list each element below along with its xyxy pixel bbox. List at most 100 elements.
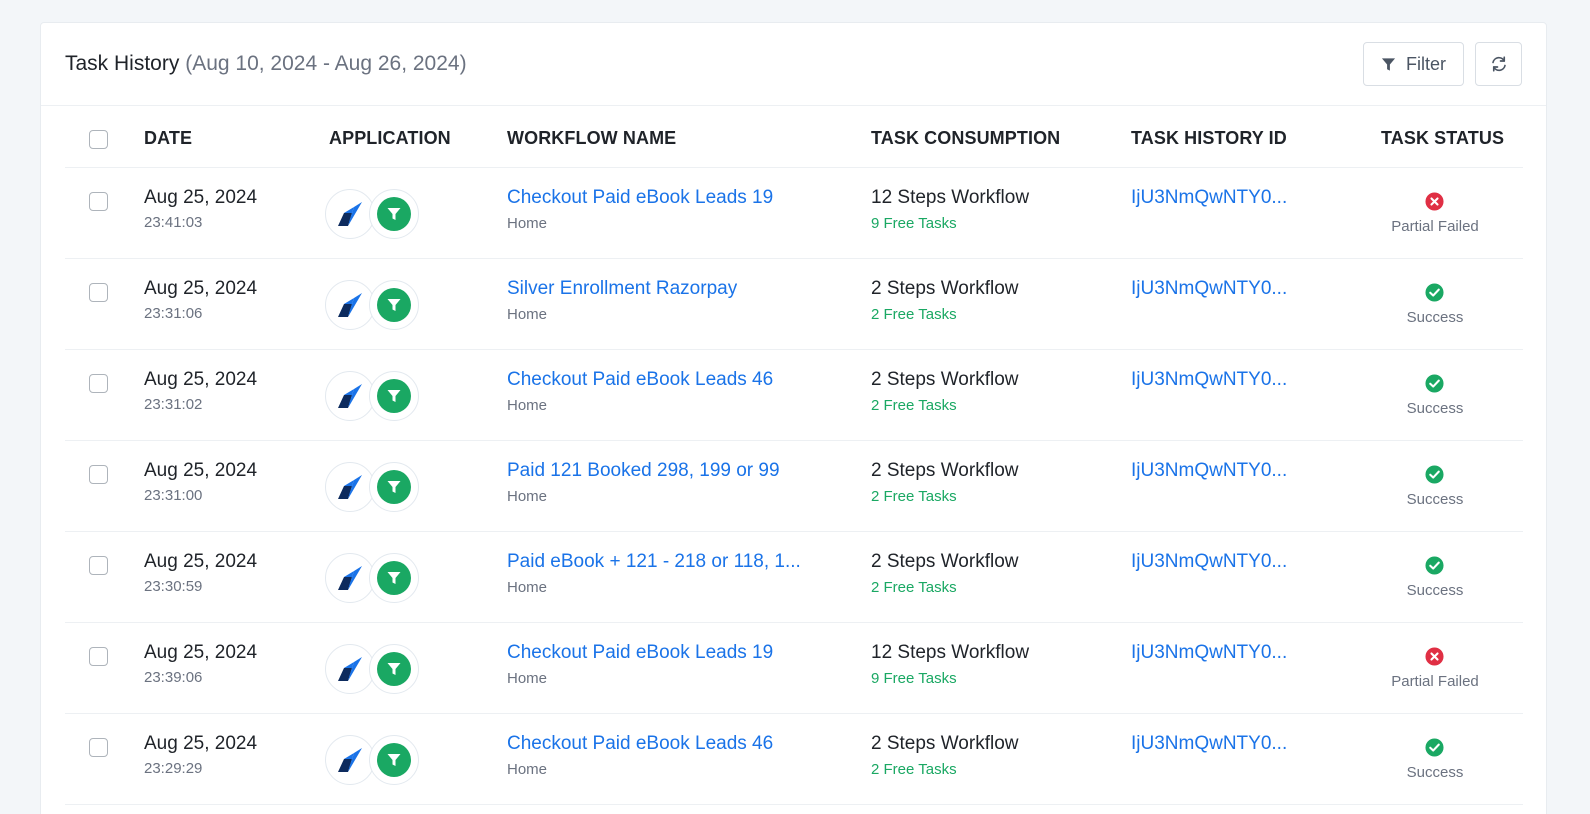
status-badge: Partial Failed bbox=[1391, 673, 1479, 690]
free-tasks-count: 2 Free Tasks bbox=[871, 488, 957, 505]
column-header-task-status[interactable]: TASK STATUS bbox=[1381, 128, 1504, 149]
row-date: Aug 25, 2024 bbox=[144, 369, 258, 390]
task-history-id-link[interactable]: IjU3NmQwNTY0... bbox=[1131, 460, 1287, 482]
table-row[interactable]: Aug 25, 2024 23:39:06 Checkout Paid eBoo… bbox=[65, 623, 1523, 714]
application-icons bbox=[325, 553, 419, 603]
row-checkbox[interactable] bbox=[89, 374, 108, 393]
filter-button[interactable]: Filter bbox=[1363, 42, 1464, 86]
filter-app-icon bbox=[369, 462, 419, 512]
filter-app-icon bbox=[369, 644, 419, 694]
check-circle-icon bbox=[1425, 556, 1444, 575]
rocket-app-icon bbox=[325, 462, 375, 512]
card-header: Task History (Aug 10, 2024 - Aug 26, 202… bbox=[41, 23, 1546, 106]
status-badge: Success bbox=[1406, 400, 1464, 417]
filter-app-icon bbox=[369, 553, 419, 603]
task-history-id-link[interactable]: IjU3NmQwNTY0... bbox=[1131, 551, 1287, 573]
free-tasks-count: 2 Free Tasks bbox=[871, 306, 957, 323]
task-history-id-link[interactable]: IjU3NmQwNTY0... bbox=[1131, 733, 1287, 755]
row-date: Aug 25, 2024 bbox=[144, 551, 258, 572]
workflow-name-link[interactable]: Checkout Paid eBook Leads 46 bbox=[507, 733, 773, 755]
select-all-checkbox[interactable] bbox=[89, 130, 108, 149]
refresh-button[interactable] bbox=[1475, 42, 1522, 86]
column-header-task-consumption[interactable]: TASK CONSUMPTION bbox=[871, 128, 1060, 149]
workflow-folder: Home bbox=[507, 215, 548, 232]
status-badge: Partial Failed bbox=[1391, 218, 1479, 235]
row-checkbox[interactable] bbox=[89, 556, 108, 575]
rocket-app-icon bbox=[325, 371, 375, 421]
status-icon bbox=[1425, 738, 1444, 757]
row-time: 23:30:59 bbox=[144, 578, 203, 595]
table-row[interactable]: Aug 25, 2024 23:30:59 Paid eBook + 121 -… bbox=[65, 532, 1523, 623]
check-circle-icon bbox=[1425, 283, 1444, 302]
column-header-application[interactable]: APPLICATION bbox=[329, 128, 451, 149]
application-icons bbox=[325, 189, 419, 239]
workflow-folder: Home bbox=[507, 306, 548, 323]
filter-app-icon bbox=[369, 189, 419, 239]
rocket-app-icon bbox=[325, 735, 375, 785]
task-history-id-link[interactable]: IjU3NmQwNTY0... bbox=[1131, 369, 1287, 391]
x-circle-icon bbox=[1425, 192, 1444, 211]
page-title-text: Task History bbox=[65, 52, 180, 75]
refresh-icon bbox=[1491, 56, 1506, 72]
row-time: 23:31:02 bbox=[144, 396, 203, 413]
workflow-folder: Home bbox=[507, 397, 548, 414]
application-icons bbox=[325, 644, 419, 694]
row-date: Aug 25, 2024 bbox=[144, 187, 258, 208]
workflow-name-link[interactable]: Paid eBook + 121 - 218 or 118, 1... bbox=[507, 551, 801, 573]
x-circle-icon bbox=[1425, 647, 1444, 666]
rocket-app-icon bbox=[325, 553, 375, 603]
application-icons bbox=[325, 280, 419, 330]
table-row[interactable]: Aug 25, 2024 23:41:03 Checkout Paid eBoo… bbox=[65, 168, 1523, 259]
row-checkbox[interactable] bbox=[89, 465, 108, 484]
row-time: 23:31:06 bbox=[144, 305, 203, 322]
status-badge: Success bbox=[1406, 309, 1464, 326]
application-icons bbox=[325, 735, 419, 785]
task-consumption: 2 Steps Workflow bbox=[871, 369, 1019, 390]
check-circle-icon bbox=[1425, 465, 1444, 484]
task-consumption: 2 Steps Workflow bbox=[871, 278, 1019, 299]
task-history-id-link[interactable]: IjU3NmQwNTY0... bbox=[1131, 642, 1287, 664]
row-checkbox[interactable] bbox=[89, 283, 108, 302]
workflow-name-link[interactable]: Silver Enrollment Razorpay bbox=[507, 278, 737, 300]
page-title: Task History (Aug 10, 2024 - Aug 26, 202… bbox=[65, 52, 467, 76]
table-body: Aug 25, 2024 23:41:03 Checkout Paid eBoo… bbox=[65, 168, 1523, 805]
row-time: 23:29:29 bbox=[144, 760, 203, 777]
check-circle-icon bbox=[1425, 374, 1444, 393]
row-checkbox[interactable] bbox=[89, 738, 108, 757]
task-consumption: 2 Steps Workflow bbox=[871, 733, 1019, 754]
application-icons bbox=[325, 371, 419, 421]
task-consumption: 2 Steps Workflow bbox=[871, 551, 1019, 572]
date-range-label: (Aug 10, 2024 - Aug 26, 2024) bbox=[185, 52, 467, 75]
row-time: 23:31:00 bbox=[144, 487, 203, 504]
column-header-date[interactable]: DATE bbox=[144, 128, 192, 149]
table-row[interactable]: Aug 25, 2024 23:31:00 Paid 121 Booked 29… bbox=[65, 441, 1523, 532]
task-history-id-link[interactable]: IjU3NmQwNTY0... bbox=[1131, 278, 1287, 300]
row-checkbox[interactable] bbox=[89, 192, 108, 211]
row-time: 23:39:06 bbox=[144, 669, 203, 686]
workflow-name-link[interactable]: Checkout Paid eBook Leads 46 bbox=[507, 369, 773, 391]
status-icon bbox=[1425, 647, 1444, 666]
column-header-workflow-name[interactable]: WORKFLOW NAME bbox=[507, 128, 676, 149]
table-row[interactable]: Aug 25, 2024 23:31:06 Silver Enrollment … bbox=[65, 259, 1523, 350]
task-consumption: 2 Steps Workflow bbox=[871, 460, 1019, 481]
table-row[interactable]: Aug 25, 2024 23:31:02 Checkout Paid eBoo… bbox=[65, 350, 1523, 441]
row-checkbox[interactable] bbox=[89, 647, 108, 666]
row-date: Aug 25, 2024 bbox=[144, 733, 258, 754]
filter-icon bbox=[1381, 57, 1396, 71]
rocket-app-icon bbox=[325, 189, 375, 239]
task-history-id-link[interactable]: IjU3NmQwNTY0... bbox=[1131, 187, 1287, 209]
workflow-name-link[interactable]: Checkout Paid eBook Leads 19 bbox=[507, 187, 773, 209]
application-icons bbox=[325, 462, 419, 512]
column-header-task-history-id[interactable]: TASK HISTORY ID bbox=[1131, 128, 1287, 149]
filter-app-icon bbox=[369, 735, 419, 785]
task-history-card: Task History (Aug 10, 2024 - Aug 26, 202… bbox=[40, 22, 1547, 814]
workflow-name-link[interactable]: Checkout Paid eBook Leads 19 bbox=[507, 642, 773, 664]
status-icon bbox=[1425, 192, 1444, 211]
status-icon bbox=[1425, 283, 1444, 302]
table-row[interactable]: Aug 25, 2024 23:29:29 Checkout Paid eBoo… bbox=[65, 714, 1523, 805]
row-time: 23:41:03 bbox=[144, 214, 203, 231]
workflow-folder: Home bbox=[507, 670, 548, 687]
workflow-name-link[interactable]: Paid 121 Booked 298, 199 or 99 bbox=[507, 460, 780, 482]
filter-button-label: Filter bbox=[1406, 53, 1446, 74]
free-tasks-count: 9 Free Tasks bbox=[871, 670, 957, 687]
